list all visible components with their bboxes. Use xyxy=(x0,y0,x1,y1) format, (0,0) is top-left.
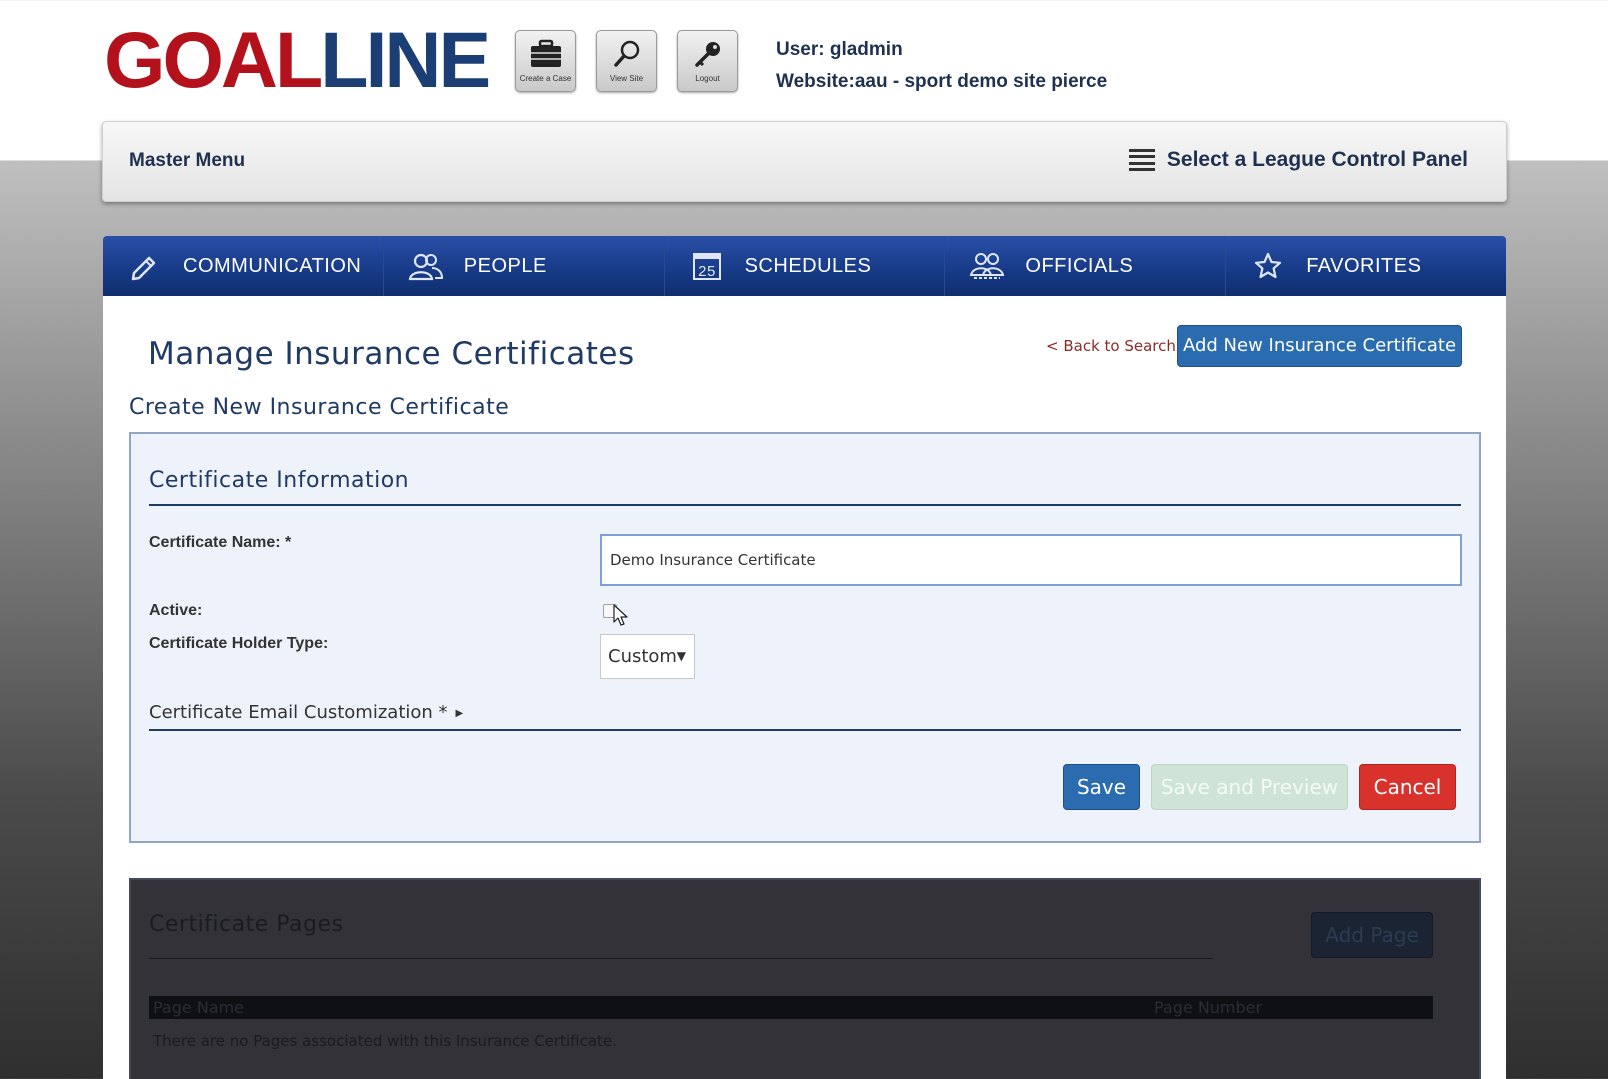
hamburger-menu-icon xyxy=(1128,149,1155,171)
certificate-name-input[interactable]: Demo Insurance Certificate xyxy=(600,534,1462,586)
site-header: GOALLINE Create a Case View Site Logout … xyxy=(0,0,1608,120)
certificate-name-label: Certificate Name: * xyxy=(149,534,292,551)
star-icon xyxy=(1250,249,1286,283)
magnifier-icon xyxy=(613,40,639,67)
logout-label: Logout xyxy=(695,74,720,83)
mouse-cursor-icon xyxy=(613,604,628,626)
nav-communication-label: COMMUNICATION xyxy=(183,254,362,277)
holder-type-value: Custom xyxy=(608,646,677,667)
cancel-button[interactable]: Cancel xyxy=(1359,764,1456,810)
pages-divider xyxy=(149,958,1213,959)
nav-communication[interactable]: COMMUNICATION xyxy=(103,236,384,296)
section-subtitle: Create New Insurance Certificate xyxy=(129,395,510,420)
calendar-icon: 25 xyxy=(689,249,725,283)
save-button[interactable]: Save xyxy=(1063,764,1140,810)
pencil-icon xyxy=(127,249,163,283)
user-info: User: gladmin Website:aau - sport demo s… xyxy=(776,34,1107,98)
save-and-preview-button[interactable]: Save and Preview xyxy=(1151,764,1348,810)
nav-schedules[interactable]: 25 SCHEDULES xyxy=(665,236,946,296)
expand-triangle-icon: ▶ xyxy=(455,708,464,719)
people-icon xyxy=(408,249,444,283)
page-title: Manage Insurance Certificates xyxy=(148,336,635,372)
email-customization-toggle[interactable]: Certificate Email Customization * ▶ xyxy=(149,702,463,723)
add-new-certificate-button[interactable]: Add New Insurance Certificate xyxy=(1177,325,1462,367)
section-divider xyxy=(149,504,1461,506)
logo-text-line: LINE xyxy=(320,15,491,104)
master-menu-bar: Master Menu Select a League Control Pane… xyxy=(102,121,1507,202)
logo-text-goal: GOAL xyxy=(104,15,323,104)
league-control-panel-selector[interactable]: Select a League Control Panel xyxy=(1128,148,1468,172)
form-bottom-divider xyxy=(149,729,1461,731)
nav-officials[interactable]: OFFICIALS xyxy=(945,236,1227,296)
user-name-text: User: gladmin xyxy=(776,39,903,60)
nav-people-label: PEOPLE xyxy=(463,254,547,277)
main-content: Manage Insurance Certificates < Back to … xyxy=(103,296,1506,1079)
briefcase-icon xyxy=(530,39,561,67)
column-page-name: Page Name xyxy=(153,998,245,1017)
create-case-button[interactable]: Create a Case xyxy=(515,30,576,92)
view-site-label: View Site xyxy=(609,74,644,83)
calendar-icon-number: 25 xyxy=(698,263,716,280)
nav-favorites-label: FAVORITES xyxy=(1306,254,1422,277)
pages-table-header: Page Name Page Number xyxy=(149,996,1433,1019)
key-icon xyxy=(694,42,720,67)
back-to-search-link[interactable]: < Back to Search xyxy=(1046,337,1176,355)
goalline-logo[interactable]: GOALLINE xyxy=(104,20,491,99)
certificate-pages-panel: Certificate Pages Add Page Page Name Pag… xyxy=(129,878,1481,1079)
holder-type-select[interactable]: Custom ▼ xyxy=(600,634,695,679)
active-label: Active: xyxy=(149,602,203,619)
view-site-button[interactable]: View Site xyxy=(596,30,657,92)
email-customization-label: Certificate Email Customization * xyxy=(149,702,448,723)
certificate-pages-title: Certificate Pages xyxy=(149,912,344,937)
pages-empty-message: There are no Pages associated with this … xyxy=(153,1032,617,1050)
website-text: Website:aau - sport demo site pierce xyxy=(776,71,1108,92)
certificate-information-title: Certificate Information xyxy=(149,468,410,493)
league-control-panel-label: Select a League Control Panel xyxy=(1166,148,1468,171)
main-nav: COMMUNICATION PEOPLE 25 SCHEDULES OFFICI… xyxy=(103,236,1506,296)
logout-button[interactable]: Logout xyxy=(677,30,738,92)
chevron-down-icon: ▼ xyxy=(676,649,686,663)
column-page-number: Page Number xyxy=(1154,998,1263,1017)
master-menu-link[interactable]: Master Menu xyxy=(129,150,245,172)
officials-icon xyxy=(969,249,1005,283)
create-case-label: Create a Case xyxy=(519,74,572,83)
holder-type-label: Certificate Holder Type: xyxy=(149,635,329,652)
nav-people[interactable]: PEOPLE xyxy=(384,236,665,296)
nav-officials-label: OFFICIALS xyxy=(1025,254,1134,277)
add-page-button[interactable]: Add Page xyxy=(1311,912,1433,958)
nav-schedules-label: SCHEDULES xyxy=(744,254,872,277)
certificate-form-panel: Certificate Information Certificate Name… xyxy=(129,432,1481,843)
nav-favorites[interactable]: FAVORITES xyxy=(1226,236,1506,296)
